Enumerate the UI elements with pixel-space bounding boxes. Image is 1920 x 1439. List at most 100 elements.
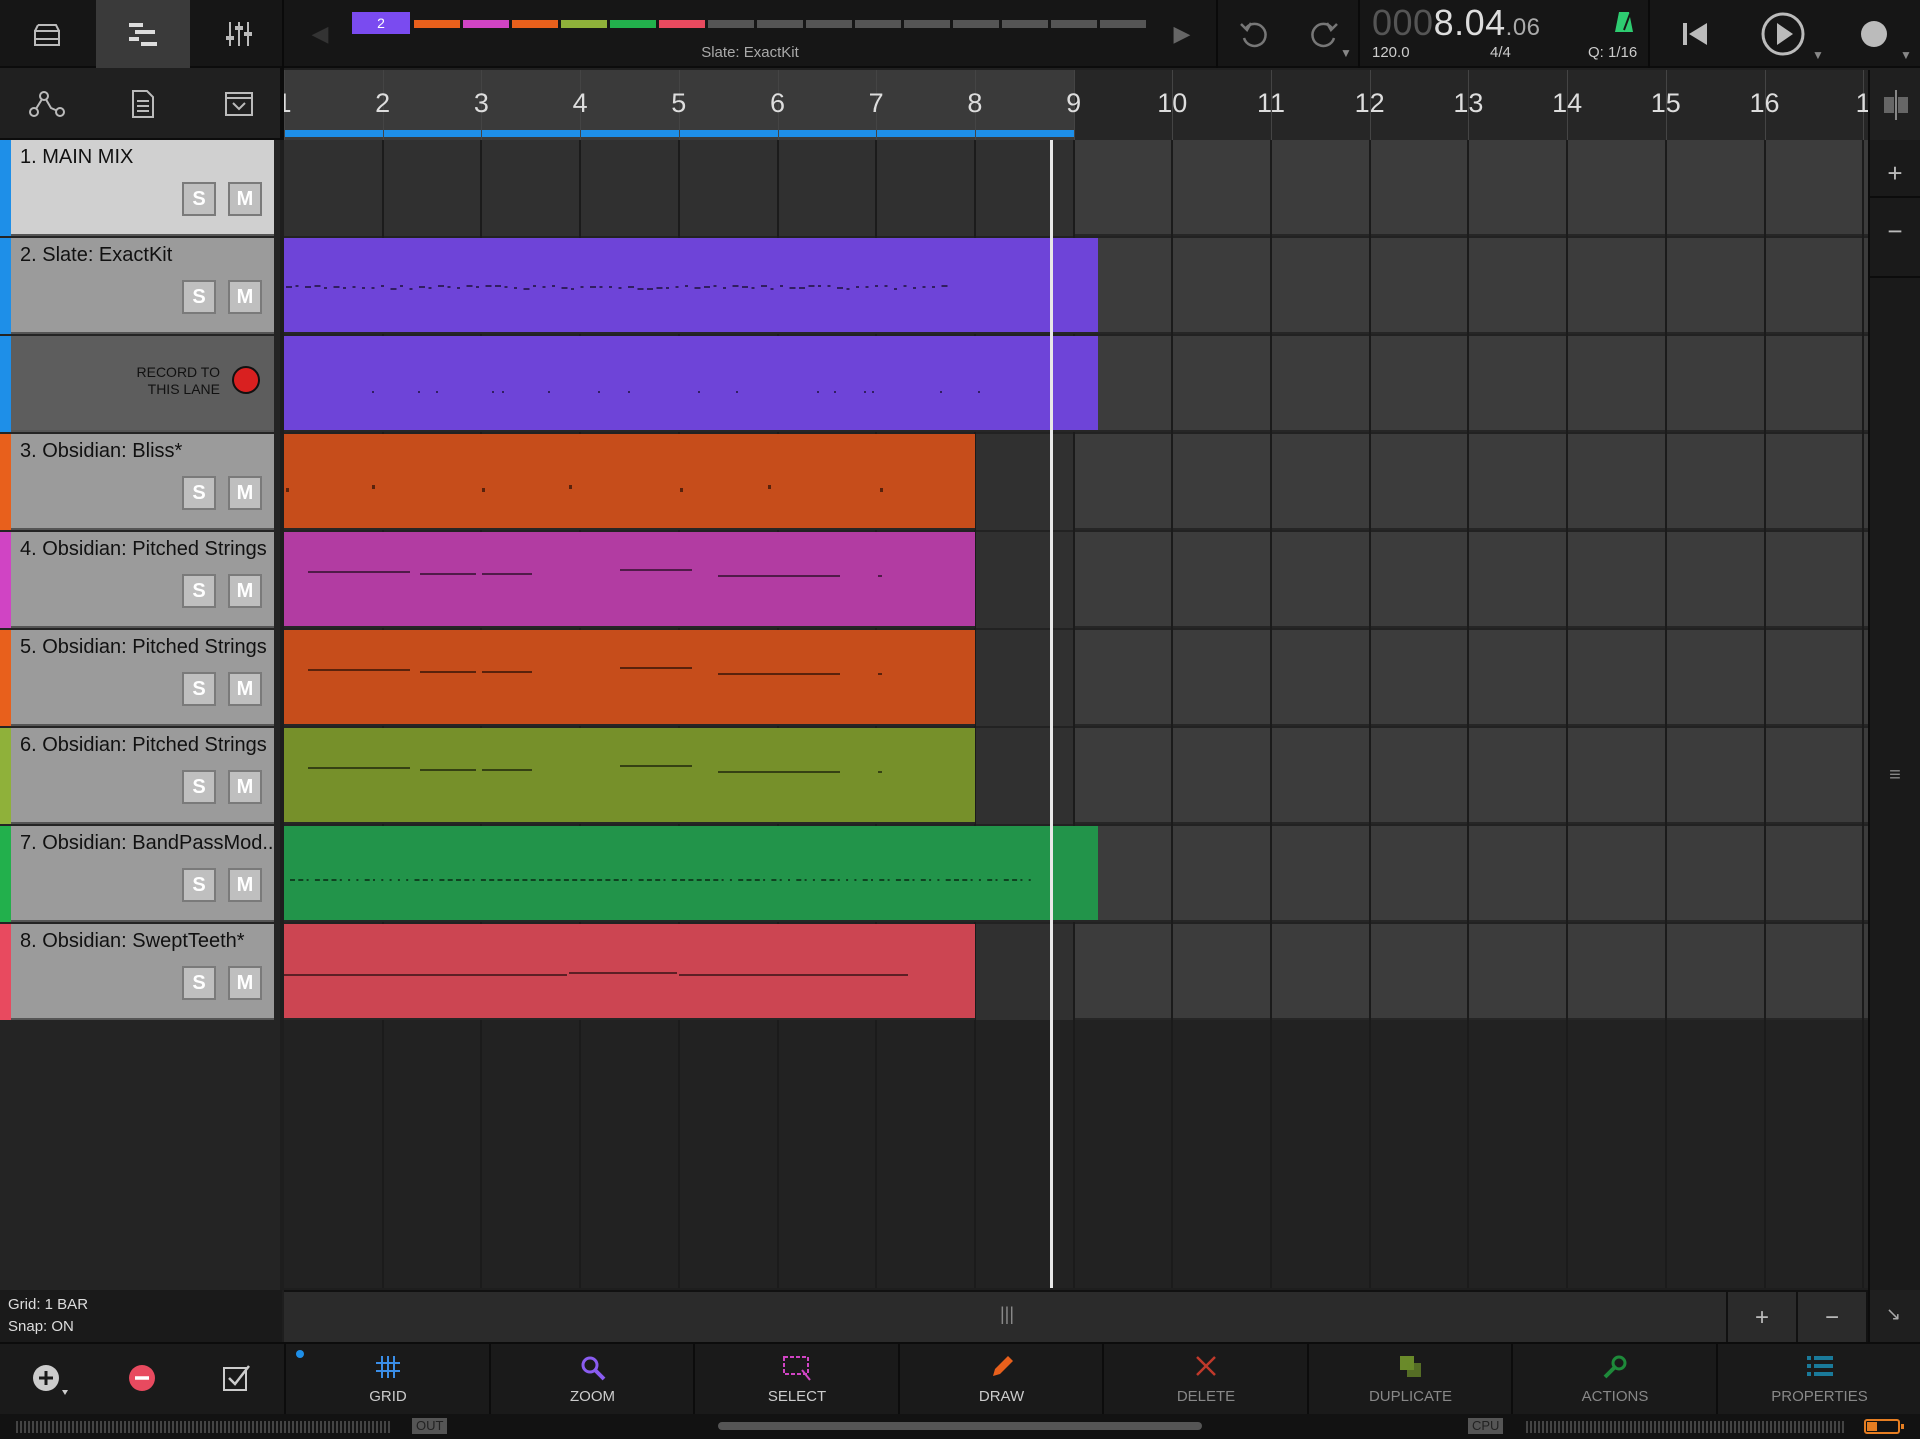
mute-button[interactable]: M	[228, 672, 262, 706]
mute-button[interactable]: M	[228, 574, 262, 608]
bar-number[interactable]: 2	[363, 88, 403, 119]
delete-tool-button[interactable]: DELETE	[1102, 1344, 1306, 1416]
collapse-button[interactable]	[192, 68, 286, 140]
solo-button[interactable]: S	[182, 574, 216, 608]
undo-button[interactable]	[1226, 0, 1282, 68]
automation-button[interactable]	[0, 68, 94, 140]
track-header[interactable]: 6. Obsidian: Pitched Strings S M	[0, 728, 274, 824]
tempo-display[interactable]: 120.0	[1372, 44, 1410, 61]
solo-button[interactable]: S	[182, 476, 216, 510]
bar-number[interactable]: 6	[758, 88, 798, 119]
record-lane-header[interactable]: RECORD TO THIS LANE	[0, 336, 274, 432]
mute-button[interactable]: M	[228, 476, 262, 510]
home-indicator[interactable]	[718, 1422, 1202, 1430]
position-counter[interactable]: 0008.04.06	[1372, 2, 1541, 44]
track-header[interactable]: 8. Obsidian: SweptTeeth* S M	[0, 924, 274, 1020]
track-header[interactable]: 4. Obsidian: Pitched Strings S M	[0, 532, 274, 628]
mixer-button[interactable]	[192, 0, 286, 68]
clip[interactable]	[284, 238, 1099, 334]
bar-number[interactable]: 7	[856, 88, 896, 119]
mute-button[interactable]: M	[228, 966, 262, 1000]
bar-gridline	[1270, 140, 1272, 1288]
timeline-ruler[interactable]: 123456789101112131415161	[284, 70, 1868, 140]
bar-number[interactable]: 13	[1448, 88, 1488, 119]
solo-button[interactable]: S	[182, 966, 216, 1000]
bar-number[interactable]: 14	[1547, 88, 1587, 119]
clip[interactable]	[284, 924, 975, 1020]
duplicate-tool-button[interactable]: DUPLICATE	[1306, 1344, 1511, 1416]
mixer-view-button[interactable]	[0, 0, 94, 68]
mute-button[interactable]: M	[228, 280, 262, 314]
track-header[interactable]: 3. Obsidian: Bliss* S M	[0, 434, 274, 530]
bar-number[interactable]: 12	[1350, 88, 1390, 119]
scroll-grip-icon[interactable]: |||	[1000, 1304, 1014, 1325]
clip[interactable]	[284, 336, 1099, 432]
bar-number[interactable]: 4	[560, 88, 600, 119]
bar-number[interactable]: 1	[1843, 88, 1868, 119]
solo-button[interactable]: S	[182, 182, 216, 216]
track-header[interactable]: 5. Obsidian: Pitched Strings S M	[0, 630, 274, 726]
track-header[interactable]: 7. Obsidian: BandPassMod.. S M	[0, 826, 274, 922]
bar-number[interactable]: 15	[1646, 88, 1686, 119]
solo-button[interactable]: S	[182, 280, 216, 314]
bar-number[interactable]: 10	[1152, 88, 1192, 119]
playhead[interactable]	[1050, 140, 1053, 1288]
horizontal-scrollbar[interactable]: ||| + −	[284, 1290, 1868, 1344]
return-to-start-button[interactable]	[1660, 0, 1730, 68]
redo-menu-chevron-icon[interactable]: ▼	[1340, 46, 1352, 60]
arrangement-area[interactable]	[284, 140, 1868, 1288]
time-signature-display[interactable]: 4/4	[1490, 44, 1511, 61]
overview-segment	[708, 20, 754, 28]
actions-tool-button[interactable]: ACTIONS	[1511, 1344, 1715, 1416]
record-to-lane-button[interactable]	[232, 366, 260, 394]
vertical-scroll-grip-icon[interactable]: ≡	[1870, 764, 1920, 787]
notes-button[interactable]	[96, 68, 190, 140]
add-track-button[interactable]	[30, 1362, 70, 1403]
bar-number[interactable]: 16	[1745, 88, 1785, 119]
song-overview[interactable]: 2	[352, 12, 1146, 34]
mute-button[interactable]: M	[228, 770, 262, 804]
clip[interactable]	[284, 434, 975, 530]
bar-number[interactable]: 3	[461, 88, 501, 119]
track-name: 7. Obsidian: BandPassMod..	[20, 832, 274, 854]
mute-button[interactable]: M	[228, 182, 262, 216]
clip[interactable]	[284, 630, 975, 726]
bar-number[interactable]: 9	[1054, 88, 1094, 119]
select-tracks-button[interactable]	[220, 1362, 252, 1399]
clip[interactable]	[284, 728, 975, 824]
solo-button[interactable]: S	[182, 672, 216, 706]
arrange-view-button[interactable]	[96, 0, 190, 68]
grid-tool-button[interactable]: GRID	[284, 1344, 488, 1416]
select-tool-button[interactable]: SELECT	[693, 1344, 897, 1416]
draw-tool-button[interactable]: DRAW	[897, 1344, 1102, 1416]
bar-number[interactable]: 8	[955, 88, 995, 119]
track-header[interactable]: 1. MAIN MIX S M	[0, 140, 274, 236]
resize-handle[interactable]: ↘	[1868, 1290, 1920, 1342]
clip[interactable]	[284, 532, 975, 628]
play-button[interactable]	[1746, 0, 1820, 68]
zoom-in-button[interactable]: +	[1726, 1292, 1796, 1344]
prev-arrow-icon[interactable]: ◀	[300, 0, 340, 68]
bar-number[interactable]: 5	[659, 88, 699, 119]
track-color-strip	[0, 238, 11, 334]
decrease-track-height-button[interactable]: −	[1870, 216, 1920, 256]
zoom-tool-button[interactable]: ZOOM	[488, 1344, 693, 1416]
next-arrow-icon[interactable]: ▶	[1162, 0, 1202, 68]
solo-button[interactable]: S	[182, 868, 216, 902]
zoom-out-button[interactable]: −	[1796, 1292, 1866, 1344]
bar-number[interactable]: 1	[284, 88, 304, 119]
play-menu-chevron-icon[interactable]: ▼	[1812, 48, 1824, 62]
properties-tool-button[interactable]: PROPERTIES	[1715, 1344, 1920, 1416]
track-header[interactable]: 2. Slate: ExactKit S M	[0, 238, 274, 334]
record-menu-chevron-icon[interactable]: ▼	[1900, 48, 1912, 62]
metronome-button[interactable]	[1604, 0, 1644, 44]
quantize-display[interactable]: Q: 1/16	[1588, 44, 1637, 61]
mute-button[interactable]: M	[228, 868, 262, 902]
clip[interactable]	[284, 826, 1099, 922]
remove-track-button[interactable]	[126, 1362, 158, 1399]
bar-number[interactable]: 11	[1251, 88, 1291, 119]
solo-button[interactable]: S	[182, 770, 216, 804]
increase-track-height-button[interactable]: +	[1870, 158, 1920, 198]
track-lane[interactable]	[284, 140, 1868, 236]
ruler-end-control[interactable]	[1868, 70, 1920, 140]
